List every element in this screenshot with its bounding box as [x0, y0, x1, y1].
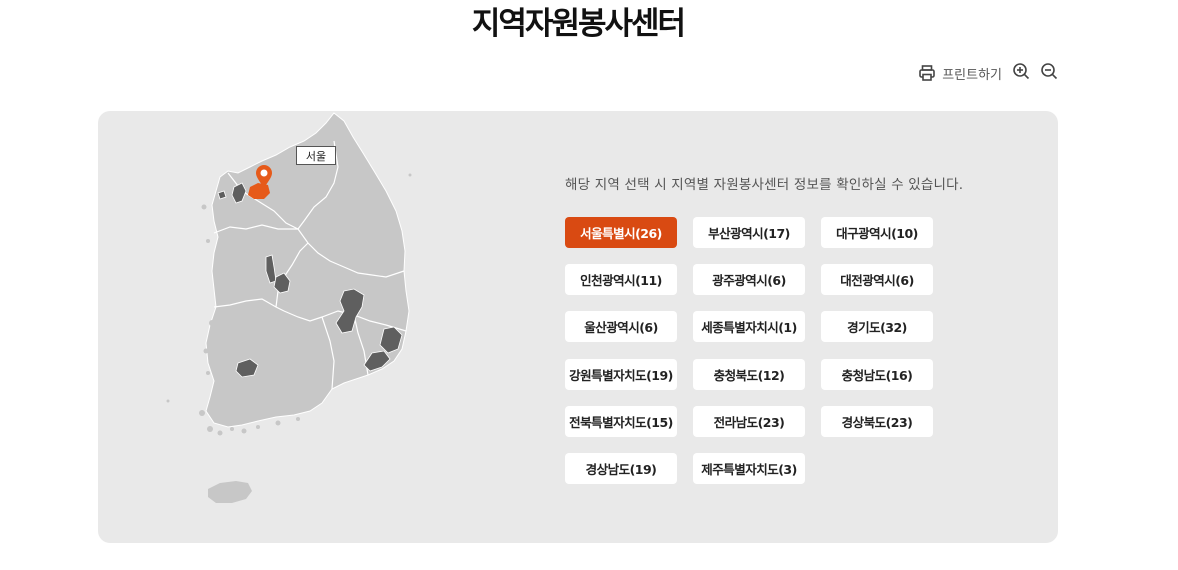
map-region-label: 서울 — [296, 146, 336, 165]
region-panel: 서울 해당 지역 선택 시 지역별 자원봉사센터 정보를 확인하실 수 있습니다… — [98, 111, 1058, 543]
zoom-out-icon — [1040, 62, 1058, 84]
region-daegu-button[interactable]: 대구광역시(10) — [821, 217, 933, 248]
region-chungnam-button[interactable]: 충청남도(16) — [821, 359, 933, 390]
region-busan-button[interactable]: 부산광역시(17) — [693, 217, 805, 248]
region-jeonnam-button[interactable]: 전라남도(23) — [693, 406, 805, 437]
printer-icon — [918, 64, 936, 82]
region-gangwon-button[interactable]: 강원특별자치도(19) — [565, 359, 677, 390]
region-chungbuk-button[interactable]: 충청북도(12) — [693, 359, 805, 390]
region-jeju-button[interactable]: 제주특별자치도(3) — [693, 453, 805, 484]
print-label: 프린트하기 — [942, 67, 1002, 83]
zoom-out-button[interactable] — [1040, 62, 1058, 84]
region-incheon-button[interactable]: 인천광역시(11) — [565, 264, 677, 295]
info-text: 해당 지역 선택 시 지역별 자원봉사센터 정보를 확인하실 수 있습니다. — [565, 177, 964, 193]
zoom-in-icon — [1012, 62, 1030, 84]
jeju-shape[interactable] — [208, 481, 252, 503]
korea-map: 서울 — [158, 111, 478, 543]
region-gwangju-button[interactable]: 광주광역시(6) — [693, 264, 805, 295]
region-seoul-button[interactable]: 서울특별시(26) — [565, 217, 677, 248]
region-gyeongnam-button[interactable]: 경상남도(19) — [565, 453, 677, 484]
region-gyeongbuk-button[interactable]: 경상북도(23) — [821, 406, 933, 437]
region-jeonbuk-button[interactable]: 전북특별자치도(15) — [565, 406, 677, 437]
region-ulsan-button[interactable]: 울산광역시(6) — [565, 311, 677, 342]
print-button[interactable]: 프린트하기 — [918, 64, 1002, 83]
region-gyeonggi-button[interactable]: 경기도(32) — [821, 311, 933, 342]
toolbar: 프린트하기 — [918, 62, 1058, 84]
page-title: 지역자원봉사센터 — [471, 6, 686, 42]
region-daejeon-button[interactable]: 대전광역시(6) — [821, 264, 933, 295]
zoom-in-button[interactable] — [1012, 62, 1030, 84]
region-sejong-button[interactable]: 세종특별자치시(1) — [693, 311, 805, 342]
